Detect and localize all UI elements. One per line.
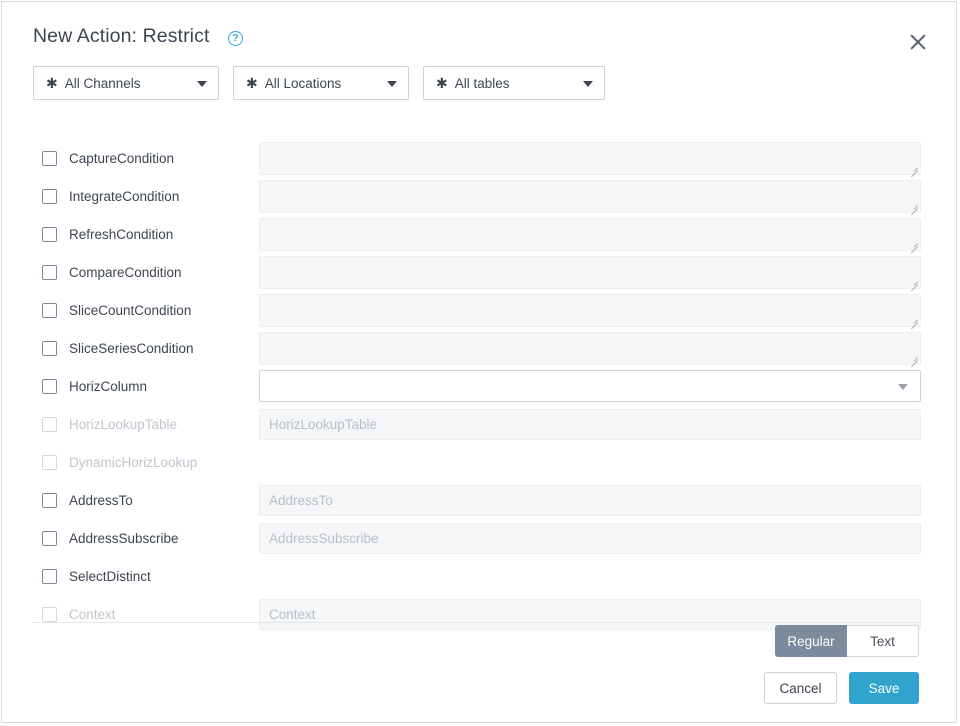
checkbox-addressto[interactable]: AddressTo [42, 493, 133, 508]
option-row: SelectDistinct [2, 560, 956, 598]
locations-dropdown-label: All Locations [264, 75, 342, 91]
action-buttons: Cancel Save [764, 672, 919, 704]
option-row: AddressTo AddressTo [2, 484, 956, 522]
condition-textarea[interactable] [259, 294, 921, 327]
footer-divider [33, 622, 921, 623]
condition-textarea[interactable] [259, 256, 921, 289]
checkbox-icon[interactable] [42, 379, 57, 394]
checkbox-icon[interactable] [42, 303, 57, 318]
option-row: HorizLookupTable HorizLookupTable [2, 408, 956, 446]
asterisk-icon: ✱ [46, 75, 58, 91]
checkbox-sliceseriescondition[interactable]: SliceSeriesCondition [42, 341, 194, 356]
asterisk-icon: ✱ [436, 75, 448, 91]
option-label: CompareCondition [69, 265, 182, 280]
option-label: SliceSeriesCondition [69, 341, 194, 356]
checkbox-context: Context [42, 607, 116, 622]
checkbox-icon[interactable] [42, 531, 57, 546]
option-label: DynamicHorizLookup [69, 455, 198, 470]
condition-textarea[interactable] [259, 332, 921, 365]
checkbox-horizcolumn[interactable]: HorizColumn [42, 379, 147, 394]
option-row: RefreshCondition [2, 218, 956, 256]
resize-grip-icon[interactable] [909, 353, 918, 362]
option-label: SliceCountCondition [69, 303, 192, 318]
resize-grip-icon[interactable] [909, 163, 918, 172]
option-row: IntegrateCondition [2, 180, 956, 218]
chevron-down-icon [583, 81, 593, 87]
chevron-down-icon [898, 384, 908, 390]
chevron-down-icon [387, 81, 397, 87]
option-row: SliceSeriesCondition [2, 332, 956, 370]
asterisk-icon: ✱ [246, 75, 258, 91]
checkbox-icon[interactable] [42, 189, 57, 204]
chevron-down-icon [197, 81, 207, 87]
option-row: HorizColumn [2, 370, 956, 408]
option-label: AddressTo [69, 493, 133, 508]
toggle-text[interactable]: Text [847, 625, 919, 657]
text-input[interactable]: AddressSubscribe [259, 523, 921, 554]
option-rows: CaptureCondition IntegrateCondition Refres… [2, 142, 956, 636]
resize-grip-icon[interactable] [909, 201, 918, 210]
option-row: DynamicHorizLookup [2, 446, 956, 484]
mode-toggle-group: Regular Text [775, 625, 919, 657]
option-label: Context [69, 607, 116, 622]
option-row: AddressSubscribe AddressSubscribe [2, 522, 956, 560]
checkbox-icon[interactable] [42, 569, 57, 584]
condition-textarea[interactable] [259, 218, 921, 251]
checkbox-comparecondition[interactable]: CompareCondition [42, 265, 182, 280]
option-label: HorizLookupTable [69, 417, 178, 432]
input-placeholder: AddressTo [269, 493, 333, 508]
input-placeholder: Context [269, 607, 316, 622]
channels-dropdown[interactable]: ✱ All Channels [33, 66, 219, 100]
checkbox-dynamichorizlookup: DynamicHorizLookup [42, 455, 197, 470]
checkbox-icon[interactable] [42, 493, 57, 508]
resize-grip-icon[interactable] [909, 239, 918, 248]
input-placeholder: HorizLookupTable [269, 417, 378, 432]
option-row: CompareCondition [2, 256, 956, 294]
condition-textarea[interactable] [259, 142, 921, 175]
checkbox-icon [42, 417, 57, 432]
checkbox-addresssubscribe[interactable]: AddressSubscribe [42, 531, 179, 546]
help-circle-icon[interactable]: ? [228, 31, 243, 46]
checkbox-capturecondition[interactable]: CaptureCondition [42, 151, 174, 166]
tables-dropdown-label: All tables [454, 75, 510, 91]
page-title: New Action: Restrict [33, 25, 210, 47]
checkbox-icon[interactable] [42, 265, 57, 280]
text-input[interactable]: AddressTo [259, 485, 921, 516]
checkbox-integratecondition[interactable]: IntegrateCondition [42, 189, 179, 204]
condition-textarea[interactable] [259, 180, 921, 213]
cancel-button[interactable]: Cancel [764, 672, 837, 704]
toggle-regular[interactable]: Regular [775, 625, 847, 657]
checkbox-icon[interactable] [42, 341, 57, 356]
text-input: HorizLookupTable [259, 409, 921, 440]
close-icon[interactable] [904, 28, 932, 56]
channels-dropdown-label: All Channels [64, 75, 141, 91]
checkbox-icon[interactable] [42, 151, 57, 166]
input-placeholder: AddressSubscribe [269, 531, 379, 546]
filter-bar: ✱ All Channels ✱ All Locations ✱ All tab… [33, 66, 605, 100]
horizcolumn-select[interactable] [259, 370, 921, 402]
new-action-dialog: New Action: Restrict ? ✱ All Channels ✱ … [1, 1, 957, 723]
dialog-header: New Action: Restrict ? [2, 2, 956, 64]
checkbox-refreshcondition[interactable]: RefreshCondition [42, 227, 173, 242]
resize-grip-icon[interactable] [909, 277, 918, 286]
option-label: SelectDistinct [69, 569, 151, 584]
option-row: CaptureCondition [2, 142, 956, 180]
checkbox-slicecountcondition[interactable]: SliceCountCondition [42, 303, 191, 318]
checkbox-icon [42, 455, 57, 470]
resize-grip-icon[interactable] [909, 315, 918, 324]
locations-dropdown[interactable]: ✱ All Locations [233, 66, 409, 100]
option-label: CaptureCondition [69, 151, 175, 166]
checkbox-icon [42, 607, 57, 622]
option-label: RefreshCondition [69, 227, 174, 242]
option-label: HorizColumn [69, 379, 148, 394]
tables-dropdown[interactable]: ✱ All tables [423, 66, 605, 100]
checkbox-horizlookuptable: HorizLookupTable [42, 417, 177, 432]
checkbox-selectdistinct[interactable]: SelectDistinct [42, 569, 151, 584]
option-label: AddressSubscribe [69, 531, 179, 546]
save-button[interactable]: Save [849, 672, 919, 704]
checkbox-icon[interactable] [42, 227, 57, 242]
option-label: IntegrateCondition [69, 189, 180, 204]
option-row: SliceCountCondition [2, 294, 956, 332]
